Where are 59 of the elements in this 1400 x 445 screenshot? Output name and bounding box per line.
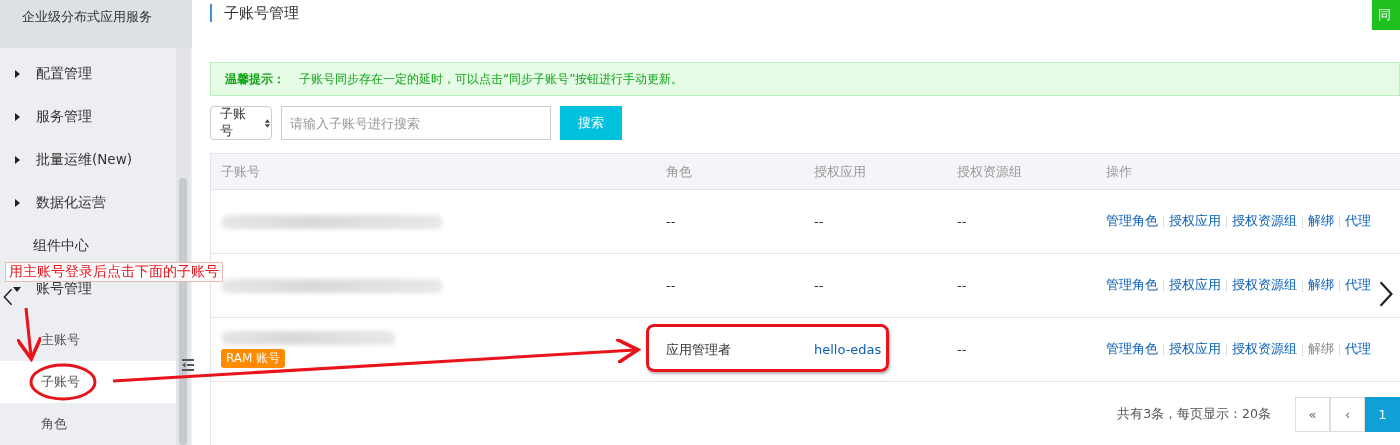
- caret-down-icon: [12, 284, 22, 294]
- column-header: 角色: [665, 162, 693, 181]
- app-link[interactable]: hello-edas: [814, 342, 882, 357]
- table-cell: --: [814, 214, 824, 229]
- alert-title: 温馨提示：: [225, 70, 285, 88]
- collapse-sidebar-icon[interactable]: [182, 358, 194, 372]
- next-icon[interactable]: [1377, 280, 1395, 308]
- action-link[interactable]: 代理: [1345, 277, 1371, 294]
- nav-item[interactable]: 组件中心: [0, 237, 176, 255]
- table-cell: --: [666, 214, 676, 229]
- column-header: 子账号: [220, 162, 261, 181]
- action-link[interactable]: 解绑: [1308, 213, 1334, 230]
- nav-group[interactable]: 数据化运营: [0, 194, 176, 212]
- action-link[interactable]: 授权资源组: [1232, 213, 1297, 230]
- action-link[interactable]: 解绑: [1308, 277, 1334, 294]
- nav-group[interactable]: 配置管理: [0, 65, 176, 83]
- table-cell: --: [957, 342, 967, 357]
- column-header: 授权应用: [813, 162, 867, 181]
- pagination-summary: 共有3条，每页显示：20条: [1117, 405, 1271, 423]
- action-link[interactable]: 授权应用: [1169, 277, 1221, 294]
- alert-text: 子账号同步存在一定的延时，可以点击“同步子账号”按钮进行手动更新。: [299, 70, 684, 88]
- nav-group[interactable]: 账号管理: [0, 280, 176, 298]
- caret-right-icon: [12, 69, 22, 79]
- nav-group[interactable]: 批量运维(New): [0, 151, 176, 169]
- annotation-arrow: [15, 307, 43, 361]
- table-cell: --: [814, 278, 824, 293]
- action-link[interactable]: 管理角色: [1106, 277, 1158, 294]
- product-title: 企业级分布式应用服务: [22, 9, 152, 24]
- sort-arrows-icon: [264, 117, 271, 129]
- nav-subitem[interactable]: 主账号: [0, 319, 176, 361]
- column-header: 授权资源组: [956, 162, 1023, 181]
- table-cell: 应用管理者: [666, 341, 731, 357]
- action-link[interactable]: 代理: [1345, 341, 1371, 358]
- action-link[interactable]: 授权应用: [1169, 213, 1221, 230]
- scrollbar[interactable]: [176, 48, 190, 445]
- nav-subitem[interactable]: 子账号: [0, 361, 176, 403]
- annotation-text: 用主账号登录后点击下面的子账号: [5, 262, 223, 282]
- table-cell: --: [666, 278, 676, 293]
- caret-right-icon: [12, 112, 22, 122]
- action-link[interactable]: 授权资源组: [1232, 277, 1297, 294]
- page-button[interactable]: «: [1295, 396, 1330, 432]
- annotation-ellipse: [29, 363, 97, 401]
- account-type-badge: RAM 账号: [221, 349, 286, 368]
- nav-subitem[interactable]: 角色: [0, 403, 176, 445]
- action-link[interactable]: 管理角色: [1106, 341, 1158, 358]
- page-title: 子账号管理: [210, 4, 299, 22]
- action-link[interactable]: 代理: [1345, 213, 1371, 230]
- search-field[interactable]: 请输入子账号进行搜索: [281, 106, 551, 140]
- action-link[interactable]: 授权资源组: [1232, 341, 1297, 358]
- caret-right-icon: [12, 198, 22, 208]
- table-cell: --: [957, 214, 967, 229]
- action-link[interactable]: 管理角色: [1106, 213, 1158, 230]
- column-header: 操作: [1105, 162, 1133, 181]
- table-cell: --: [957, 278, 967, 293]
- filter-select[interactable]: 子账号: [210, 106, 272, 140]
- page-button[interactable]: ‹: [1330, 396, 1365, 432]
- nav-group[interactable]: 服务管理: [0, 108, 176, 126]
- action-link[interactable]: 授权应用: [1169, 341, 1221, 358]
- caret-right-icon: [12, 155, 22, 165]
